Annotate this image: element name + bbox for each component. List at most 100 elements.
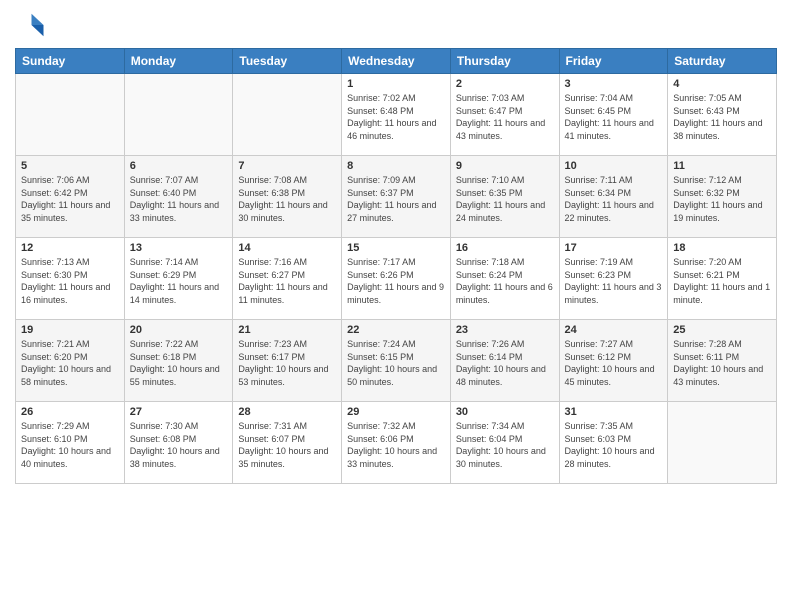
calendar-day-cell: 8Sunrise: 7:09 AM Sunset: 6:37 PM Daylig… bbox=[342, 156, 451, 238]
day-info: Sunrise: 7:02 AM Sunset: 6:48 PM Dayligh… bbox=[347, 92, 445, 142]
day-number: 13 bbox=[130, 242, 228, 254]
day-number: 25 bbox=[673, 324, 771, 336]
day-number: 21 bbox=[238, 324, 336, 336]
calendar-day-cell: 30 Sunrise: 7:34 AM Sunset: 6:04 PM Dayli… bbox=[450, 402, 559, 484]
day-info: Sunrise: 7:08 AM Sunset: 6:38 PM Dayligh… bbox=[238, 174, 336, 224]
day-number: 29 bbox=[347, 406, 445, 418]
calendar-day-cell: 20 Sunrise: 7:22 AM Sunset: 6:18 PM Dayli… bbox=[124, 320, 233, 402]
day-number: 16 bbox=[456, 242, 554, 254]
day-info: Sunrise: 7:23 AM Sunset: 6:17 PM Dayligh… bbox=[238, 338, 336, 388]
day-number: 11 bbox=[673, 160, 771, 172]
calendar-day-header: Saturday bbox=[668, 49, 777, 74]
day-info: Sunrise: 7:10 AM Sunset: 6:35 PM Dayligh… bbox=[456, 174, 554, 224]
logo-icon bbox=[15, 10, 45, 40]
calendar-day-cell: 3Sunrise: 7:04 AM Sunset: 6:45 PM Daylig… bbox=[559, 74, 668, 156]
day-number: 6 bbox=[130, 160, 228, 172]
day-number: 26 bbox=[21, 406, 119, 418]
day-info: Sunrise: 7:12 AM Sunset: 6:32 PM Dayligh… bbox=[673, 174, 771, 224]
day-number: 31 bbox=[565, 406, 663, 418]
day-number: 5 bbox=[21, 160, 119, 172]
day-info: Sunrise: 7:14 AM Sunset: 6:29 PM Dayligh… bbox=[130, 256, 228, 306]
calendar-day-cell: 12 Sunrise: 7:13 AM Sunset: 6:30 PM Dayli… bbox=[16, 238, 125, 320]
day-number: 9 bbox=[456, 160, 554, 172]
day-number: 8 bbox=[347, 160, 445, 172]
day-info: Sunrise: 7:34 AM Sunset: 6:04 PM Dayligh… bbox=[456, 420, 554, 470]
calendar-day-cell: 22Sunrise: 7:24 AM Sunset: 6:15 PM Dayli… bbox=[342, 320, 451, 402]
day-number: 17 bbox=[565, 242, 663, 254]
day-info: Sunrise: 7:28 AM Sunset: 6:11 PM Dayligh… bbox=[673, 338, 771, 388]
day-number: 19 bbox=[21, 324, 119, 336]
calendar-week-row: 5 Sunrise: 7:06 AM Sunset: 6:42 PM Daylig… bbox=[16, 156, 777, 238]
calendar-day-header: Thursday bbox=[450, 49, 559, 74]
calendar-day-cell: 1 Sunrise: 7:02 AM Sunset: 6:48 PM Daylig… bbox=[342, 74, 451, 156]
day-info: Sunrise: 7:03 AM Sunset: 6:47 PM Dayligh… bbox=[456, 92, 554, 142]
day-info: Sunrise: 7:06 AM Sunset: 6:42 PM Dayligh… bbox=[21, 174, 119, 224]
day-info: Sunrise: 7:19 AM Sunset: 6:23 PM Dayligh… bbox=[565, 256, 663, 306]
calendar-day-cell: 27 Sunrise: 7:30 AM Sunset: 6:08 PM Dayli… bbox=[124, 402, 233, 484]
calendar-day-cell: 4Sunrise: 7:05 AM Sunset: 6:43 PM Daylig… bbox=[668, 74, 777, 156]
calendar-day-cell: 26 Sunrise: 7:29 AM Sunset: 6:10 PM Dayli… bbox=[16, 402, 125, 484]
calendar-day-cell: 18 Sunrise: 7:20 AM Sunset: 6:21 PM Dayli… bbox=[668, 238, 777, 320]
calendar-day-cell: 15Sunrise: 7:17 AM Sunset: 6:26 PM Dayli… bbox=[342, 238, 451, 320]
day-info: Sunrise: 7:17 AM Sunset: 6:26 PM Dayligh… bbox=[347, 256, 445, 306]
calendar-day-cell bbox=[233, 74, 342, 156]
day-info: Sunrise: 7:13 AM Sunset: 6:30 PM Dayligh… bbox=[21, 256, 119, 306]
day-number: 27 bbox=[130, 406, 228, 418]
day-info: Sunrise: 7:24 AM Sunset: 6:15 PM Dayligh… bbox=[347, 338, 445, 388]
calendar-day-cell bbox=[16, 74, 125, 156]
day-number: 28 bbox=[238, 406, 336, 418]
day-number: 20 bbox=[130, 324, 228, 336]
calendar-day-cell: 11 Sunrise: 7:12 AM Sunset: 6:32 PM Dayli… bbox=[668, 156, 777, 238]
day-info: Sunrise: 7:26 AM Sunset: 6:14 PM Dayligh… bbox=[456, 338, 554, 388]
day-number: 10 bbox=[565, 160, 663, 172]
day-number: 12 bbox=[21, 242, 119, 254]
calendar-day-cell: 5 Sunrise: 7:06 AM Sunset: 6:42 PM Daylig… bbox=[16, 156, 125, 238]
page-header bbox=[15, 10, 777, 40]
calendar-day-cell: 6 Sunrise: 7:07 AM Sunset: 6:40 PM Daylig… bbox=[124, 156, 233, 238]
logo bbox=[15, 10, 49, 40]
day-info: Sunrise: 7:27 AM Sunset: 6:12 PM Dayligh… bbox=[565, 338, 663, 388]
day-number: 30 bbox=[456, 406, 554, 418]
calendar-day-cell bbox=[124, 74, 233, 156]
calendar-day-header: Sunday bbox=[16, 49, 125, 74]
calendar-day-cell: 31 Sunrise: 7:35 AM Sunset: 6:03 PM Dayli… bbox=[559, 402, 668, 484]
calendar-day-cell: 17 Sunrise: 7:19 AM Sunset: 6:23 PM Dayli… bbox=[559, 238, 668, 320]
calendar-header-row: SundayMondayTuesdayWednesdayThursdayFrid… bbox=[16, 49, 777, 74]
calendar-day-header: Friday bbox=[559, 49, 668, 74]
calendar-day-cell: 13 Sunrise: 7:14 AM Sunset: 6:29 PM Dayli… bbox=[124, 238, 233, 320]
day-info: Sunrise: 7:31 AM Sunset: 6:07 PM Dayligh… bbox=[238, 420, 336, 470]
day-number: 18 bbox=[673, 242, 771, 254]
page-container: SundayMondayTuesdayWednesdayThursdayFrid… bbox=[0, 0, 792, 612]
calendar-day-cell: 25 Sunrise: 7:28 AM Sunset: 6:11 PM Dayli… bbox=[668, 320, 777, 402]
day-info: Sunrise: 7:35 AM Sunset: 6:03 PM Dayligh… bbox=[565, 420, 663, 470]
calendar-week-row: 19 Sunrise: 7:21 AM Sunset: 6:20 PM Dayli… bbox=[16, 320, 777, 402]
day-info: Sunrise: 7:05 AM Sunset: 6:43 PM Dayligh… bbox=[673, 92, 771, 142]
day-info: Sunrise: 7:20 AM Sunset: 6:21 PM Dayligh… bbox=[673, 256, 771, 306]
calendar-week-row: 1 Sunrise: 7:02 AM Sunset: 6:48 PM Daylig… bbox=[16, 74, 777, 156]
calendar-day-cell: 16 Sunrise: 7:18 AM Sunset: 6:24 PM Dayli… bbox=[450, 238, 559, 320]
day-info: Sunrise: 7:30 AM Sunset: 6:08 PM Dayligh… bbox=[130, 420, 228, 470]
calendar-week-row: 12 Sunrise: 7:13 AM Sunset: 6:30 PM Dayli… bbox=[16, 238, 777, 320]
day-number: 3 bbox=[565, 78, 663, 90]
calendar-day-header: Tuesday bbox=[233, 49, 342, 74]
calendar-day-cell: 14Sunrise: 7:16 AM Sunset: 6:27 PM Dayli… bbox=[233, 238, 342, 320]
day-number: 1 bbox=[347, 78, 445, 90]
calendar-day-cell: 21 Sunrise: 7:23 AM Sunset: 6:17 PM Dayli… bbox=[233, 320, 342, 402]
day-info: Sunrise: 7:07 AM Sunset: 6:40 PM Dayligh… bbox=[130, 174, 228, 224]
calendar-week-row: 26 Sunrise: 7:29 AM Sunset: 6:10 PM Dayli… bbox=[16, 402, 777, 484]
day-info: Sunrise: 7:32 AM Sunset: 6:06 PM Dayligh… bbox=[347, 420, 445, 470]
calendar-day-cell: 24Sunrise: 7:27 AM Sunset: 6:12 PM Dayli… bbox=[559, 320, 668, 402]
calendar-day-cell: 7 Sunrise: 7:08 AM Sunset: 6:38 PM Daylig… bbox=[233, 156, 342, 238]
day-number: 7 bbox=[238, 160, 336, 172]
day-info: Sunrise: 7:16 AM Sunset: 6:27 PM Dayligh… bbox=[238, 256, 336, 306]
day-info: Sunrise: 7:29 AM Sunset: 6:10 PM Dayligh… bbox=[21, 420, 119, 470]
calendar-day-cell: 23Sunrise: 7:26 AM Sunset: 6:14 PM Dayli… bbox=[450, 320, 559, 402]
calendar-day-cell: 9 Sunrise: 7:10 AM Sunset: 6:35 PM Daylig… bbox=[450, 156, 559, 238]
calendar-day-header: Monday bbox=[124, 49, 233, 74]
day-info: Sunrise: 7:21 AM Sunset: 6:20 PM Dayligh… bbox=[21, 338, 119, 388]
day-number: 2 bbox=[456, 78, 554, 90]
calendar-day-cell: 19 Sunrise: 7:21 AM Sunset: 6:20 PM Dayli… bbox=[16, 320, 125, 402]
calendar-table: SundayMondayTuesdayWednesdayThursdayFrid… bbox=[15, 48, 777, 484]
day-info: Sunrise: 7:18 AM Sunset: 6:24 PM Dayligh… bbox=[456, 256, 554, 306]
day-info: Sunrise: 7:22 AM Sunset: 6:18 PM Dayligh… bbox=[130, 338, 228, 388]
